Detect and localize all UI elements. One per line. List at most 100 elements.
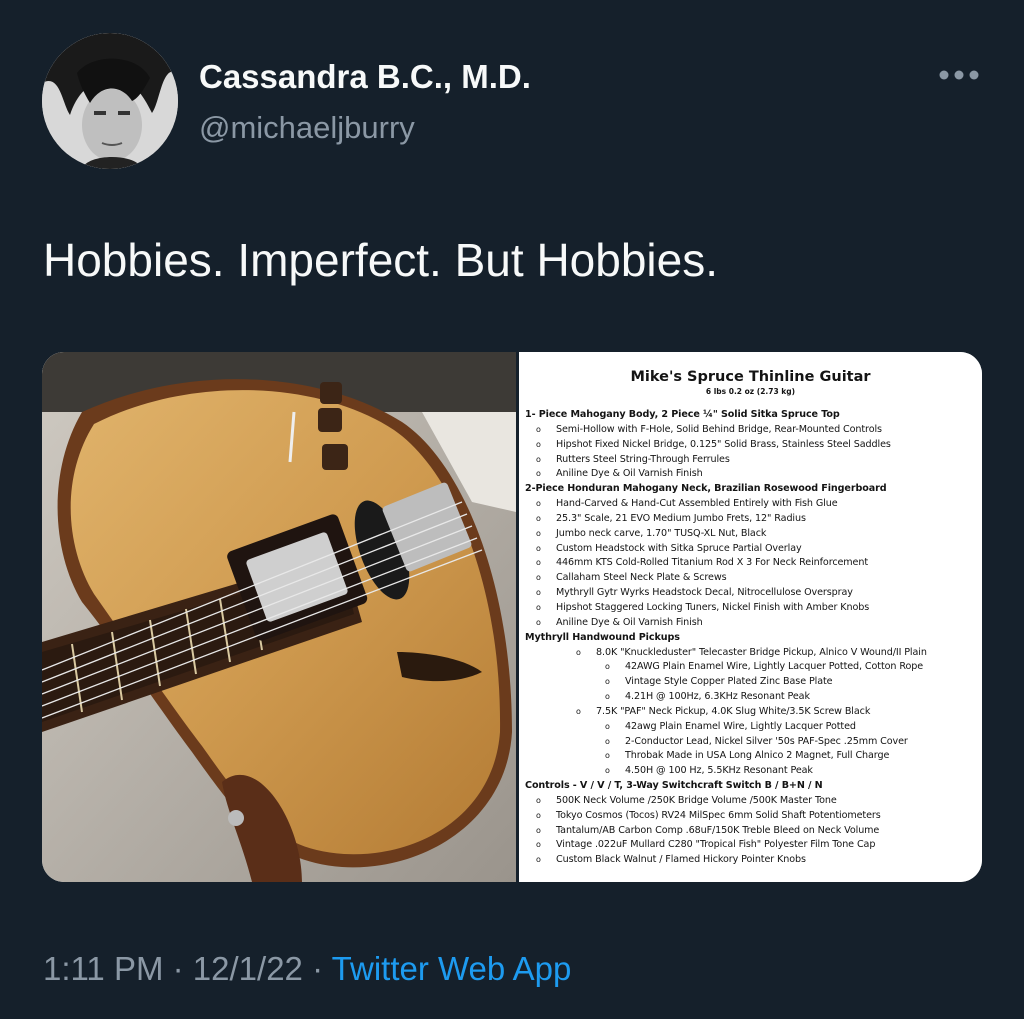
spec-list: 1- Piece Mahogany Body, 2 Piece ¼" Solid… xyxy=(525,408,976,868)
bullet-icon: o xyxy=(605,721,610,731)
spec-item: o 500K Neck Volume /250K Bridge Volume /5… xyxy=(525,794,976,809)
avatar[interactable] xyxy=(42,33,178,169)
display-name[interactable]: Cassandra B.C., M.D. xyxy=(199,58,531,96)
bullet-icon: o xyxy=(605,662,610,672)
bullet-icon: o xyxy=(536,855,541,865)
spec-item: o Mythryll Gytr Wyrks Headstock Decal, Ni… xyxy=(525,586,976,601)
spec-item: o 8.0K "Knuckleduster" Telecaster Bridge … xyxy=(525,646,976,661)
tweet-text: Hobbies. Imperfect. But Hobbies. xyxy=(43,234,718,286)
spec-item: o 25.3" Scale, 21 EVO Medium Jumbo Frets,… xyxy=(525,512,976,527)
avatar-image xyxy=(42,33,178,169)
bullet-icon: o xyxy=(536,602,541,612)
bullet-icon: o xyxy=(536,469,541,479)
spec-sheet-image[interactable]: Mike's Spruce Thinline Guitar 6 lbs 0.2 … xyxy=(519,352,982,882)
spec-text: 7.5K "PAF" Neck Pickup, 4.0K Slug White/… xyxy=(596,705,871,717)
spec-item: o Aniline Dye & Oil Varnish Finish xyxy=(525,467,976,482)
spec-item: o Hand-Carved & Hand-Cut Assembled Entire… xyxy=(525,497,976,512)
spec-text: 25.3" Scale, 21 EVO Medium Jumbo Frets, … xyxy=(556,512,806,524)
spec-item: o Vintage .022uF Mullard C280 "Tropical F… xyxy=(525,838,976,853)
spec-item: o 42awg Plain Enamel Wire, Lightly Lacque… xyxy=(525,720,976,735)
bullet-icon: o xyxy=(605,736,610,746)
spec-text: 4.50H @ 100 Hz, 5.5KHz Resonant Peak xyxy=(625,765,813,777)
spec-text: 2-Piece Honduran Mahogany Neck, Brazilia… xyxy=(525,483,887,495)
spec-item: o 4.21H @ 100Hz, 6.3KHz Resonant Peak xyxy=(525,690,976,705)
spec-text: 8.0K "Knuckleduster" Telecaster Bridge P… xyxy=(596,646,927,658)
spec-item: o Throbak Made in USA Long Alnico 2 Magne… xyxy=(525,749,976,764)
bullet-icon: o xyxy=(536,825,541,835)
spec-text: Mythryll Gytr Wyrks Headstock Decal, Nit… xyxy=(556,587,853,599)
spec-item: o 446mm KTS Cold-Rolled Titanium Rod X 3 … xyxy=(525,556,976,571)
bullet-icon: o xyxy=(536,810,541,820)
spec-item: o Rutters Steel String-Through Ferrules xyxy=(525,453,976,468)
tweet-media[interactable]: Mike's Spruce Thinline Guitar 6 lbs 0.2 … xyxy=(42,352,982,882)
bullet-icon: o xyxy=(536,795,541,805)
spec-heading: Controls - V / V / T, 3-Way Switchcraft … xyxy=(525,779,976,794)
bullet-icon: o xyxy=(536,543,541,553)
tweet-source-link[interactable]: Twitter Web App xyxy=(332,950,572,987)
spec-text: Jumbo neck carve, 1.70" TUSQ-XL Nut, Bla… xyxy=(556,527,767,539)
spec-item: o Vintage Style Copper Plated Zinc Base P… xyxy=(525,675,976,690)
spec-text: Custom Black Walnut / Flamed Hickory Poi… xyxy=(556,854,806,866)
spec-text: Controls - V / V / T, 3-Way Switchcraft … xyxy=(525,780,823,792)
tweet-time[interactable]: 1:11 PM xyxy=(43,950,163,987)
bullet-icon: o xyxy=(536,840,541,850)
spec-title: Mike's Spruce Thinline Guitar xyxy=(630,369,871,385)
spec-item: o Custom Headstock with Sitka Spruce Part… xyxy=(525,542,976,557)
spec-text: Vintage .022uF Mullard C280 "Tropical Fi… xyxy=(556,839,876,851)
bullet-icon: o xyxy=(536,513,541,523)
spec-text: Rutters Steel String-Through Ferrules xyxy=(556,453,730,465)
bullet-icon: o xyxy=(605,677,610,687)
more-horizontal-icon[interactable] xyxy=(936,60,982,90)
spec-heading: Mythryll Handwound Pickups xyxy=(525,631,976,646)
bullet-icon: o xyxy=(576,647,581,657)
spec-item: o Callaham Steel Neck Plate & Screws xyxy=(525,571,976,586)
spec-item: o Jumbo neck carve, 1.70" TUSQ-XL Nut, Bl… xyxy=(525,527,976,542)
spec-text: Aniline Dye & Oil Varnish Finish xyxy=(556,468,703,480)
guitar-photo[interactable] xyxy=(42,352,516,882)
tweet: Cassandra B.C., M.D. @michaeljburry Hobb… xyxy=(0,0,1024,1019)
spec-weight: 6 lbs 0.2 oz (2.73 kg) xyxy=(705,387,796,396)
spec-text: Hipshot Fixed Nickel Bridge, 0.125" Soli… xyxy=(556,438,891,450)
tweet-footer: 1:11 PM · 12/1/22 · Twitter Web App xyxy=(43,950,571,988)
bullet-icon: o xyxy=(536,588,541,598)
spec-text: 42awg Plain Enamel Wire, Lightly Lacquer… xyxy=(625,720,856,732)
spec-text: 4.21H @ 100Hz, 6.3KHz Resonant Peak xyxy=(625,691,810,703)
bullet-icon: o xyxy=(536,439,541,449)
spec-item: o Tokyo Cosmos (Tocos) RV24 MilSpec 6mm S… xyxy=(525,809,976,824)
spec-text: Hipshot Staggered Locking Tuners, Nickel… xyxy=(556,601,870,613)
bullet-icon: o xyxy=(536,499,541,509)
spec-text: Aniline Dye & Oil Varnish Finish xyxy=(556,616,703,628)
spec-text: Throbak Made in USA Long Alnico 2 Magnet… xyxy=(625,750,890,762)
spec-text: 446mm KTS Cold-Rolled Titanium Rod X 3 F… xyxy=(556,557,869,569)
spec-text: Custom Headstock with Sitka Spruce Parti… xyxy=(556,542,802,554)
spec-text: Hand-Carved & Hand-Cut Assembled Entirel… xyxy=(556,498,838,510)
spec-item: o Tantalum/AB Carbon Comp .68uF/150K Treb… xyxy=(525,824,976,839)
spec-text: 42AWG Plain Enamel Wire, Lightly Lacquer… xyxy=(625,661,924,673)
bullet-icon: o xyxy=(536,617,541,627)
tweet-date[interactable]: 12/1/22 xyxy=(193,950,303,987)
spec-item: o Hipshot Fixed Nickel Bridge, 0.125" Sol… xyxy=(525,438,976,453)
separator: · xyxy=(312,950,324,987)
spec-text: Callaham Steel Neck Plate & Screws xyxy=(556,572,727,584)
spec-text: 2-Conductor Lead, Nickel Silver '50s PAF… xyxy=(625,735,908,747)
spec-item: o Hipshot Staggered Locking Tuners, Nicke… xyxy=(525,601,976,616)
spec-text: Tokyo Cosmos (Tocos) RV24 MilSpec 6mm So… xyxy=(556,809,881,821)
separator: · xyxy=(172,950,184,987)
spec-text: Tantalum/AB Carbon Comp .68uF/150K Trebl… xyxy=(556,824,880,836)
bullet-icon: o xyxy=(536,558,541,568)
spec-item: o 7.5K "PAF" Neck Pickup, 4.0K Slug White… xyxy=(525,705,976,720)
spec-item: o Custom Black Walnut / Flamed Hickory Po… xyxy=(525,853,976,868)
spec-item: o 42AWG Plain Enamel Wire, Lightly Lacque… xyxy=(525,660,976,675)
bullet-icon: o xyxy=(605,766,610,776)
spec-text: 1- Piece Mahogany Body, 2 Piece ¼" Solid… xyxy=(525,409,840,420)
spec-heading: 2-Piece Honduran Mahogany Neck, Brazilia… xyxy=(525,482,976,497)
spec-text: Semi-Hollow with F-Hole, Solid Behind Br… xyxy=(556,423,882,435)
spec-item: o 2-Conductor Lead, Nickel Silver '50s PA… xyxy=(525,735,976,750)
spec-item: o 4.50H @ 100 Hz, 5.5KHz Resonant Peak xyxy=(525,764,976,779)
bullet-icon: o xyxy=(605,751,610,761)
bullet-icon: o xyxy=(536,454,541,464)
handle[interactable]: @michaeljburry xyxy=(199,110,415,146)
spec-text: 500K Neck Volume /250K Bridge Volume /50… xyxy=(556,794,837,806)
spec-item: o Aniline Dye & Oil Varnish Finish xyxy=(525,616,976,631)
spec-item: o Semi-Hollow with F-Hole, Solid Behind B… xyxy=(525,423,976,438)
